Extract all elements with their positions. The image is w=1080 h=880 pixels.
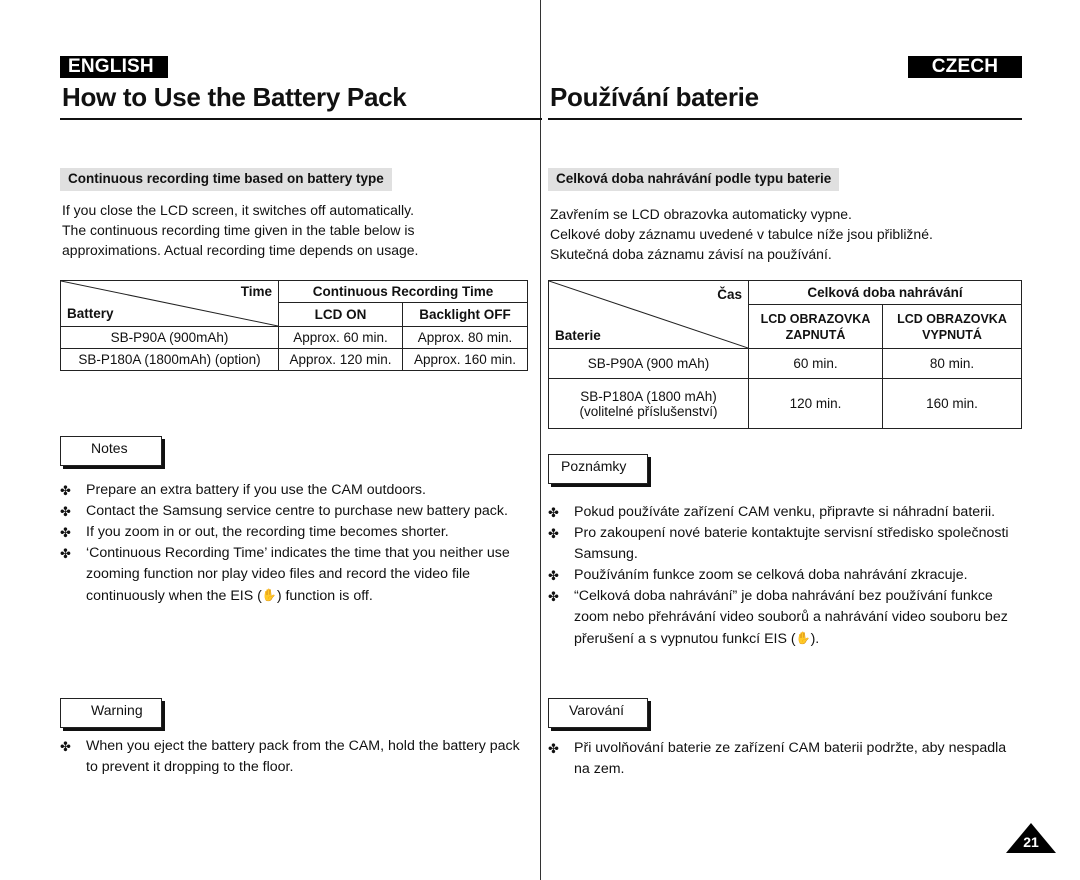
intro-line: Celkové doby záznamu uvedené v tabulce n…: [550, 226, 933, 242]
list-item: ✤ ‘Continuous Recording Time’ indicates t…: [60, 543, 530, 607]
page-number: 21: [1023, 834, 1039, 850]
table-row: SB-P90A (900mAh) Approx. 60 min. Approx.…: [60, 326, 528, 349]
value-cell: Approx. 160 min.: [402, 348, 528, 371]
note-text: “Celková doba nahrávání” je doba nahrává…: [574, 588, 1008, 647]
bullet-icon: ✤: [60, 483, 71, 498]
table-row: SB-P180A (1800 mAh) (volitelné příslušen…: [548, 378, 1022, 429]
eis-hand-icon: ✋: [795, 631, 811, 645]
warning-label-box: Warning: [60, 698, 162, 728]
notes-list: ✤ Prepare an extra battery if you use the…: [60, 480, 530, 607]
column-header: LCD OBRAZOVKA ZAPNUTÁ: [748, 304, 883, 349]
eis-hand-icon: ✋: [261, 588, 277, 602]
value-cell: Approx. 60 min.: [278, 326, 403, 349]
note-text: ) function is off.: [276, 588, 373, 604]
recording-time-table: Čas Baterie Celková doba nahrávání LCD O…: [548, 280, 1022, 429]
bullet-icon: ✤: [60, 546, 71, 561]
intro-line: Zavřením se LCD obrazovka automaticky vy…: [550, 206, 852, 222]
battery-cell: SB-P90A (900 mAh): [548, 348, 749, 379]
header-line: ZAPNUTÁ: [785, 327, 846, 342]
list-item: ✤ Contact the Samsung service centre to p…: [60, 501, 530, 522]
group-header: Continuous Recording Time: [278, 280, 528, 303]
bullet-icon: ✤: [548, 568, 559, 583]
title-rule: [548, 118, 1022, 120]
warning-text: Při uvolňování baterie ze zařízení CAM b…: [574, 740, 1007, 777]
table-corner-cell: Čas Baterie: [548, 280, 749, 349]
note-text: Prepare an extra battery if you use the …: [86, 482, 426, 498]
intro-line: The continuous recording time given in t…: [62, 222, 415, 238]
title-rule: [60, 118, 542, 120]
notes-label-box: Notes: [60, 436, 162, 466]
battery-cell: SB-P180A (1800 mAh) (volitelné příslušen…: [548, 378, 749, 429]
column-header: Backlight OFF: [402, 302, 528, 327]
english-column: ENGLISH How to Use the Battery Pack Cont…: [60, 0, 542, 880]
bullet-icon: ✤: [60, 504, 71, 519]
value-cell: Approx. 80 min.: [402, 326, 528, 349]
column-divider: [540, 0, 541, 880]
warning-text: When you eject the battery pack from the…: [86, 738, 520, 775]
note-text: Používáním funkce zoom se celková doba n…: [574, 567, 968, 583]
bullet-icon: ✤: [60, 525, 71, 540]
language-badge-english: ENGLISH: [60, 56, 168, 78]
note-text: Contact the Samsung service centre to pu…: [86, 503, 508, 519]
list-item: ✤ Pro zakoupení nové baterie kontaktujte …: [548, 523, 1026, 565]
value-cell: 80 min.: [882, 348, 1022, 379]
value-cell: 60 min.: [748, 348, 883, 379]
list-item: ✤ When you eject the battery pack from th…: [60, 736, 530, 778]
language-badge-czech: CZECH: [908, 56, 1022, 78]
battery-name: SB-P180A (1800 mAh): [580, 388, 717, 404]
table-corner-cell: Time Battery: [60, 280, 279, 327]
bullet-icon: ✤: [548, 526, 559, 541]
value-cell: 120 min.: [748, 378, 883, 429]
column-header: LCD OBRAZOVKA VYPNUTÁ: [882, 304, 1022, 349]
page-number-badge: 21: [1006, 823, 1056, 853]
warning-label-box: Varování: [548, 698, 648, 728]
note-text: ).: [810, 631, 820, 647]
bullet-icon: ✤: [548, 589, 559, 604]
table-row: SB-P90A (900 mAh) 60 min. 80 min.: [548, 348, 1022, 379]
list-item: ✤ “Celková doba nahrávání” je doba nahráv…: [548, 586, 1026, 650]
header-line: VYPNUTÁ: [922, 327, 982, 342]
battery-cell: SB-P90A (900mAh): [60, 326, 279, 349]
list-item: ✤ If you zoom in or out, the recording ti…: [60, 522, 530, 543]
corner-header-battery: Baterie: [555, 328, 601, 343]
value-cell: 160 min.: [882, 378, 1022, 429]
list-item: ✤ Používáním funkce zoom se celková doba …: [548, 565, 1026, 586]
corner-header-time: Čas: [717, 287, 742, 302]
bullet-icon: ✤: [548, 741, 559, 756]
table-row: SB-P180A (1800mAh) (option) Approx. 120 …: [60, 348, 528, 371]
page-title-english: How to Use the Battery Pack: [62, 82, 407, 112]
section-heading: Celková doba nahrávání podle typu bateri…: [548, 168, 840, 191]
page-title-czech: Používání baterie: [550, 82, 759, 112]
recording-time-table: Time Battery Continuous Recording Time L…: [60, 280, 528, 371]
battery-note: (volitelné příslušenství): [579, 403, 718, 419]
czech-column: CZECH Používání baterie Celková doba nah…: [548, 0, 1022, 880]
value-cell: Approx. 120 min.: [278, 348, 403, 371]
note-text: Pokud používáte zařízení CAM venku, přip…: [574, 504, 996, 520]
note-text: Pro zakoupení nové baterie kontaktujte s…: [574, 525, 1009, 562]
header-line: LCD OBRAZOVKA: [760, 311, 871, 326]
section-heading: Continuous recording time based on batte…: [60, 168, 392, 191]
group-header: Celková doba nahrávání: [748, 280, 1022, 305]
header-line: LCD OBRAZOVKA: [897, 311, 1007, 326]
bullet-icon: ✤: [60, 739, 71, 754]
note-text: If you zoom in or out, the recording tim…: [86, 524, 449, 540]
list-item: ✤ Pokud používáte zařízení CAM venku, při…: [548, 502, 1026, 523]
intro-paragraph: Zavřením se LCD obrazovka automaticky vy…: [550, 204, 1020, 264]
intro-line: If you close the LCD screen, it switches…: [62, 202, 414, 218]
bullet-icon: ✤: [548, 505, 559, 520]
warning-list: ✤ Při uvolňování baterie ze zařízení CAM …: [548, 738, 1018, 780]
notes-list: ✤ Pokud používáte zařízení CAM venku, při…: [548, 502, 1026, 650]
intro-line: Skutečná doba záznamu závisí na používán…: [550, 246, 832, 262]
list-item: ✤ Prepare an extra battery if you use the…: [60, 480, 530, 501]
intro-paragraph: If you close the LCD screen, it switches…: [62, 200, 532, 260]
notes-label-box: Poznámky: [548, 454, 648, 484]
intro-line: approximations. Actual recording time de…: [62, 242, 419, 258]
corner-header-battery: Battery: [67, 306, 114, 321]
corner-header-time: Time: [240, 284, 272, 299]
warning-list: ✤ When you eject the battery pack from th…: [60, 736, 530, 778]
list-item: ✤ Při uvolňování baterie ze zařízení CAM …: [548, 738, 1018, 780]
battery-cell: SB-P180A (1800mAh) (option): [60, 348, 279, 371]
column-header: LCD ON: [278, 302, 403, 327]
